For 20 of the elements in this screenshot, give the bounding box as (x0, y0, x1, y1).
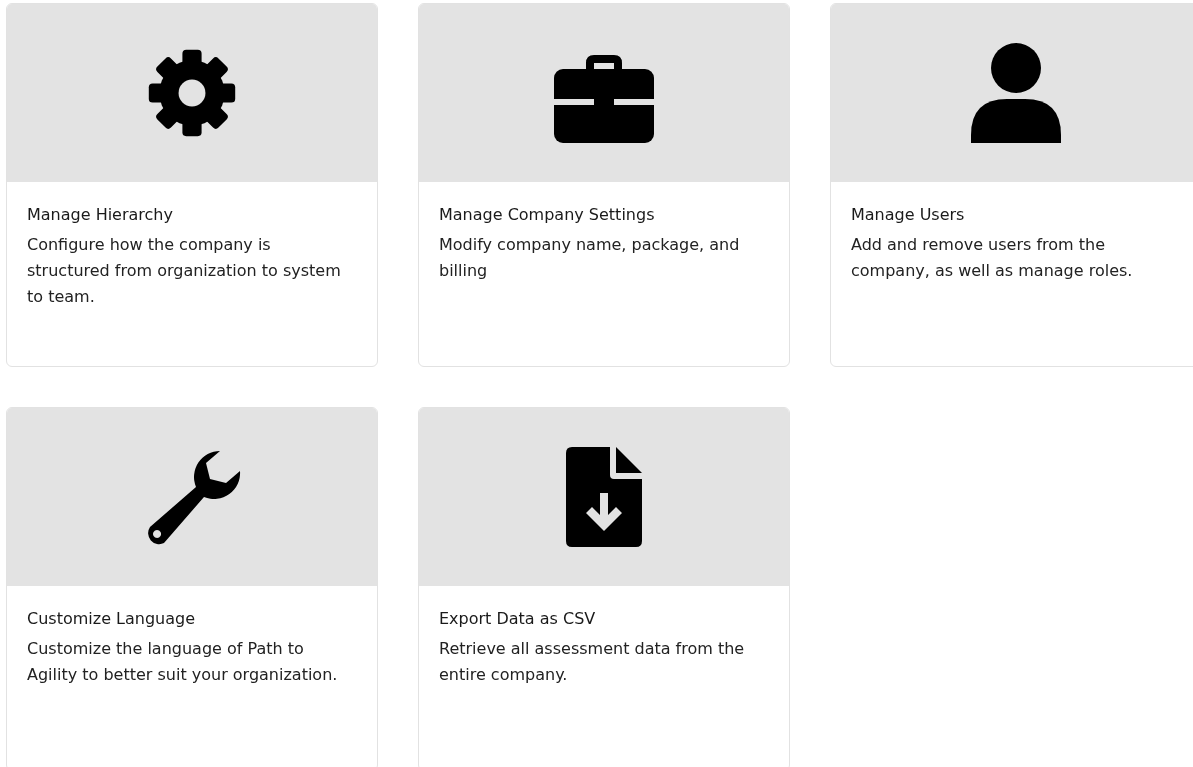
card-description: Customize the language of Path to Agility to better suit your organization. (27, 638, 339, 686)
card-description: Add and remove users from the company, as well as manage roles. (851, 234, 1134, 282)
card-background[interactable]: Customize Language Customize the language of Path to Agility to better suit your organization. (6, 407, 378, 767)
card-description: Modify company name, package, and billing (439, 234, 741, 282)
card-background[interactable]: Manage Hierarchy Configure how the company is structured from organization to system to team. (6, 3, 378, 367)
card-title: Manage Users (851, 204, 966, 226)
card-description: Configure how the company is structured from organization to system to team. (27, 234, 342, 308)
card-background[interactable]: Manage Company Settings Modify company name, package, and billing (418, 3, 790, 367)
card-background[interactable]: Export Data as CSV Retrieve all assessment data from the entire company. (418, 407, 790, 767)
card-background[interactable]: Manage Users Add and remove users from the company, as well as manage roles. (830, 3, 1193, 367)
file-download-icon (566, 447, 642, 547)
briefcase-icon (554, 55, 654, 143)
card-title: Export Data as CSV (439, 608, 597, 630)
wrench-icon (148, 451, 241, 545)
card-description: Retrieve all assessment data from the entire company. (439, 638, 746, 686)
card-title: Manage Hierarchy (27, 204, 174, 226)
card-title: Customize Language (27, 608, 197, 630)
gear-icon (148, 49, 236, 137)
card-title: Manage Company Settings (439, 204, 656, 226)
person-icon (971, 43, 1061, 143)
